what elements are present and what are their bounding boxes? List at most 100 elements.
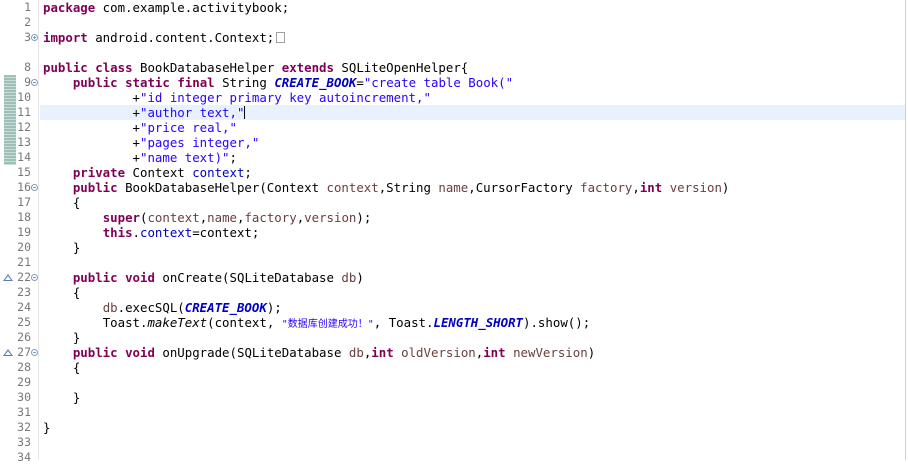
code-text: android.content.Context; xyxy=(87,30,275,45)
keyword: public xyxy=(72,75,118,90)
code-text: Toast. xyxy=(102,315,148,330)
code-editor[interactable]: 1 2 3 8 9 10 11 12 13 14 15 16 17 18 19 … xyxy=(0,0,908,464)
code-line-21: } xyxy=(43,240,80,255)
parameter: name xyxy=(207,210,237,225)
code-text: BookDatabaseHelper xyxy=(132,60,282,75)
keyword: public xyxy=(72,270,118,285)
override-indicator-icon[interactable] xyxy=(3,274,13,281)
code-line-28: public void onUpgrade(SQLiteDatabase db,… xyxy=(43,345,595,360)
fold-collapse-icon[interactable] xyxy=(31,349,38,356)
line-number: 17 xyxy=(17,195,31,209)
static-field: LENGTH_SHORT xyxy=(433,315,524,330)
line-number: 32 xyxy=(17,420,31,434)
code-text: ) xyxy=(587,345,596,360)
line-number: 19 xyxy=(17,225,31,239)
code-text: + xyxy=(132,90,140,105)
code-text: } xyxy=(72,330,81,345)
line-number: 30 xyxy=(17,390,31,404)
fold-expand-icon[interactable] xyxy=(31,34,38,41)
line-number: 12 xyxy=(17,120,31,134)
parameter: context xyxy=(326,180,379,195)
parameter: name xyxy=(438,180,469,195)
code-text: ; xyxy=(229,150,237,165)
code-line-23: public void onCreate(SQLiteDatabase db) xyxy=(43,270,364,285)
collapsed-imports-icon[interactable] xyxy=(276,32,286,43)
keyword: final xyxy=(177,75,215,90)
line-number: 21 xyxy=(17,255,31,269)
code-text: onCreate(SQLiteDatabase xyxy=(154,270,342,285)
keyword: package xyxy=(43,0,96,15)
static-field: CREATE_BOOK xyxy=(184,300,267,315)
code-text: + xyxy=(132,135,140,150)
line-number: 8 xyxy=(24,60,31,74)
fold-collapse-icon[interactable] xyxy=(31,274,38,281)
code-text: ); xyxy=(266,300,282,315)
line-number: 18 xyxy=(17,210,31,224)
gutter-separator xyxy=(38,0,39,460)
code-text: { xyxy=(72,285,81,300)
code-text: + xyxy=(132,150,140,165)
line-number: 31 xyxy=(17,405,31,419)
keyword: import xyxy=(43,30,88,45)
line-number: 28 xyxy=(17,360,31,374)
code-line-27: } xyxy=(43,330,80,345)
keyword: int xyxy=(483,345,506,360)
string-literal: "author text," xyxy=(140,105,245,120)
keyword: extends xyxy=(281,60,334,75)
string-literal: "id integer primary key autoincrement," xyxy=(140,90,431,105)
code-text: = xyxy=(356,75,364,90)
code-text: ) xyxy=(721,180,730,195)
code-line-20: this.context=context; xyxy=(43,225,260,240)
code-line-17: public BookDatabaseHelper(Context contex… xyxy=(43,180,730,195)
line-number: 29 xyxy=(17,375,31,389)
code-text: String xyxy=(214,75,275,90)
keyword: static xyxy=(125,75,170,90)
line-number: 34 xyxy=(17,450,31,464)
line-number: 3 xyxy=(24,30,31,44)
line-number: 16 xyxy=(17,180,31,194)
override-indicator-icon[interactable] xyxy=(3,349,13,356)
line-number: 20 xyxy=(17,240,31,254)
line-number: 15 xyxy=(17,165,31,179)
fold-collapse-icon[interactable] xyxy=(31,184,38,191)
line-number: 10 xyxy=(17,90,31,104)
parameter: version xyxy=(669,180,722,195)
keyword: private xyxy=(72,165,126,180)
code-line-12[interactable]: +"author text," xyxy=(43,105,246,120)
line-number: 13 xyxy=(17,135,31,149)
field: context xyxy=(192,165,245,180)
string-literal: "create table Book(" xyxy=(363,75,514,90)
parameter: context xyxy=(147,210,200,225)
line-number: 11 xyxy=(17,105,31,119)
code-text: , Toast. xyxy=(373,315,434,330)
code-text: ); xyxy=(356,210,372,225)
code-text: ,String xyxy=(378,180,439,195)
parameter: db xyxy=(348,345,364,360)
code-line-24: { xyxy=(43,285,80,300)
code-text: . xyxy=(132,225,140,240)
code-line-26: Toast.makeText(context, "数据库创建成功！", Toas… xyxy=(43,315,590,332)
keyword: void xyxy=(125,345,155,360)
code-line-33: } xyxy=(43,420,50,435)
code-line-31: } xyxy=(43,390,80,405)
code-line-11: +"id integer primary key autoincrement," xyxy=(43,90,431,105)
keyword: super xyxy=(102,210,140,225)
code-text: , xyxy=(632,180,640,195)
code-text: =context; xyxy=(192,225,260,240)
keyword: public xyxy=(43,60,88,75)
code-text: } xyxy=(43,420,51,435)
string-literal: "price real," xyxy=(140,120,237,135)
code-line-18: { xyxy=(43,195,80,210)
line-number: 23 xyxy=(17,285,31,299)
line-number: 9 xyxy=(24,75,31,89)
line-number: 33 xyxy=(17,435,31,449)
parameter: newVersion xyxy=(513,345,588,360)
code-text: onUpgrade(SQLiteDatabase xyxy=(154,345,349,360)
parameter: factory xyxy=(580,180,633,195)
code-line-3: import android.content.Context; xyxy=(43,30,286,45)
editor-right-border xyxy=(905,0,906,460)
code-line-29: { xyxy=(43,360,80,375)
fold-collapse-icon[interactable] xyxy=(31,79,38,86)
code-text: ) xyxy=(356,270,364,285)
keyword: int xyxy=(639,180,663,195)
